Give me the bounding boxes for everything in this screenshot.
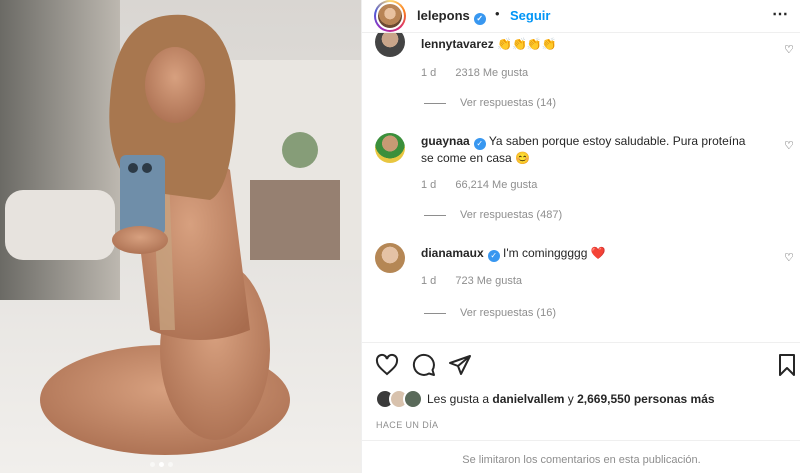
verified-badge-icon: ✓ — [473, 138, 486, 150]
view-replies[interactable]: Ver respuestas (487) — [424, 209, 562, 221]
view-replies-label[interactable]: Ver respuestas (14) — [460, 97, 556, 109]
view-replies-label[interactable]: Ver respuestas (16) — [460, 307, 556, 319]
comment-likes[interactable]: 66,214 Me gusta — [455, 179, 537, 191]
comment-username[interactable]: guaynaa — [421, 134, 470, 148]
verified-badge-icon: ✓ — [473, 13, 486, 25]
verified-badge-icon: ✓ — [487, 250, 500, 262]
comment-bubble-icon[interactable] — [412, 353, 436, 377]
follow-button[interactable]: Seguir — [510, 8, 550, 23]
more-options-icon[interactable]: ⋯ — [772, 4, 789, 24]
carousel-dot[interactable] — [168, 462, 173, 467]
carousel-dot[interactable] — [150, 462, 155, 467]
comment-likes[interactable]: 723 Me gusta — [455, 275, 522, 287]
header-separator: • — [495, 6, 500, 21]
view-replies[interactable]: Ver respuestas (16) — [424, 307, 556, 319]
replies-divider — [424, 102, 446, 104]
liker-username[interactable]: danielvallem — [492, 392, 564, 406]
comment-text: I'm cominggggg ❤️ — [503, 246, 606, 260]
author-username[interactable]: lelepons ✓ — [417, 8, 486, 25]
carousel-dot-active[interactable] — [159, 462, 164, 467]
comments-list[interactable]: lennytavarez 👏👏👏👏 ♡ 1 d 2318 Me gusta Ve… — [362, 33, 800, 342]
comment-age: 1 d — [421, 275, 437, 287]
comment-username[interactable]: lennytavarez — [421, 37, 494, 51]
action-bar — [362, 342, 800, 382]
comment-username[interactable]: dianamaux — [421, 246, 484, 260]
share-plane-icon[interactable] — [448, 353, 472, 377]
comment-age: 1 d — [421, 67, 437, 79]
comment-avatar[interactable] — [375, 243, 405, 273]
comment-avatar[interactable] — [375, 133, 405, 163]
comment-avatar[interactable] — [375, 33, 405, 57]
view-replies[interactable]: Ver respuestas (14) — [424, 97, 556, 109]
comment-age: 1 d — [421, 179, 437, 191]
likes-prefix: Les gusta a — [427, 392, 490, 406]
replies-divider — [424, 214, 446, 216]
post-timestamp[interactable]: HACE UN DÍA — [376, 420, 438, 430]
comment-text: 👏👏👏👏 — [497, 37, 557, 51]
replies-divider — [424, 312, 446, 314]
author-avatar[interactable] — [374, 0, 406, 32]
comment-likes[interactable]: 2318 Me gusta — [455, 67, 528, 79]
post-photo[interactable] — [0, 0, 361, 473]
comment-text-row: lennytavarez 👏👏👏👏 — [421, 36, 761, 53]
liker-avatar — [403, 389, 423, 409]
likes-summary[interactable]: Les gusta a danielvallem y 2,669,550 per… — [375, 389, 715, 409]
post-header: lelepons ✓ • Seguir ⋯ — [362, 0, 800, 33]
carousel-dots — [150, 462, 173, 467]
comment-like-icon[interactable]: ♡ — [784, 251, 794, 264]
comment-text-row: guaynaa ✓ Ya saben porque estoy saludable… — [421, 133, 761, 167]
bookmark-icon[interactable] — [775, 353, 799, 377]
view-replies-label[interactable]: Ver respuestas (487) — [460, 209, 562, 221]
comment-meta: 1 d 2318 Me gusta — [421, 67, 528, 79]
like-heart-icon[interactable] — [375, 353, 399, 377]
comment-text-row: dianamaux ✓ I'm cominggggg ❤️ — [421, 245, 761, 262]
comment-like-icon[interactable]: ♡ — [784, 43, 794, 56]
likes-connector: y — [567, 392, 574, 406]
likes-count[interactable]: 2,669,550 personas más — [577, 392, 714, 406]
comment-like-icon[interactable]: ♡ — [784, 139, 794, 152]
post-photo-illustration — [0, 0, 361, 473]
comment-meta: 1 d 723 Me gusta — [421, 275, 522, 287]
comment-meta: 1 d 66,214 Me gusta — [421, 179, 537, 191]
comments-limited-notice: Se limitaron los comentarios en esta pub… — [362, 440, 800, 473]
post-panel: lelepons ✓ • Seguir ⋯ lennytavarez 👏👏👏👏 ♡… — [361, 0, 800, 473]
liker-avatars — [375, 389, 423, 409]
